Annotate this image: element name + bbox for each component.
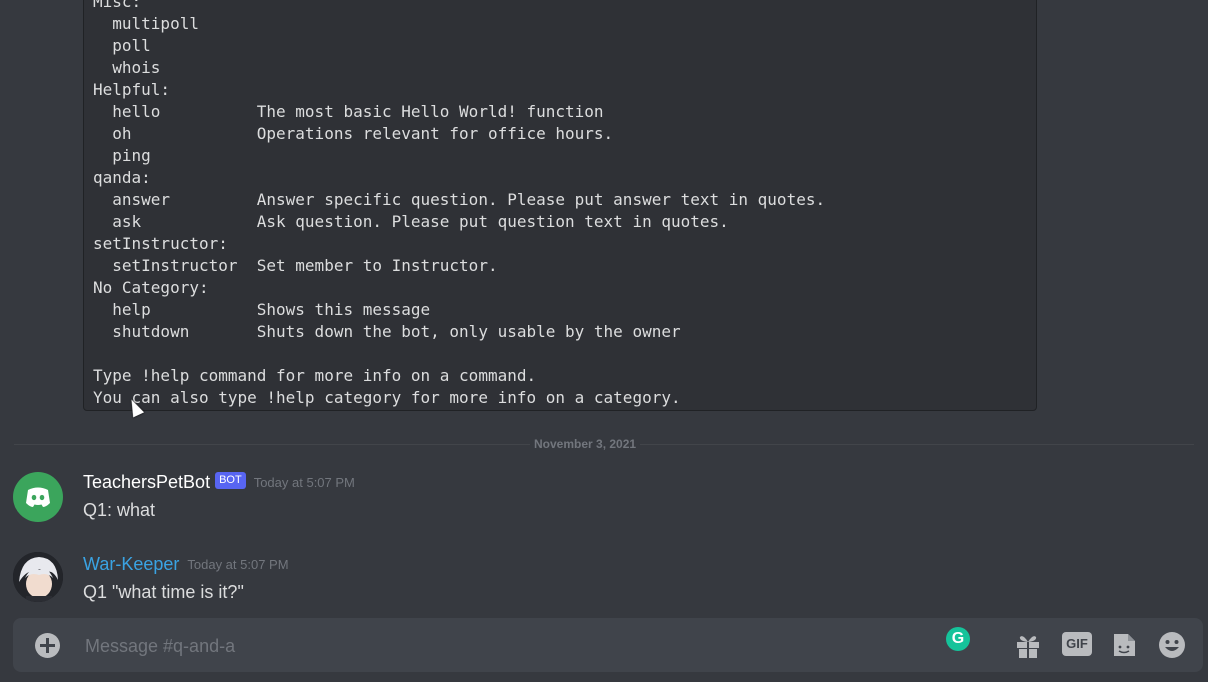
- bot-tag: BOT: [215, 472, 246, 489]
- message-composer: G GIF: [13, 618, 1203, 672]
- code-line: multipoll: [93, 14, 199, 33]
- code-line: poll: [93, 36, 151, 55]
- code-line: You can also type !help category for mor…: [93, 388, 681, 407]
- code-line: qanda:: [93, 168, 151, 187]
- chat-window: Misc: multipoll poll whois Helpful: hello…: [0, 0, 1208, 682]
- code-line: oh Operations relevant for office hours.: [93, 124, 614, 143]
- timestamp: Today at 5:07 PM: [187, 557, 289, 572]
- message-input[interactable]: [83, 628, 907, 664]
- code-line: setInstructor Set member to Instructor.: [93, 256, 498, 275]
- bot-avatar[interactable]: [13, 472, 63, 522]
- code-line: whois: [93, 58, 161, 77]
- author-name[interactable]: War-Keeper: [83, 554, 179, 574]
- code-line: Type !help command for more info on a co…: [93, 366, 537, 385]
- code-line: help Shows this message: [93, 300, 431, 319]
- code-line: Misc:: [93, 0, 142, 11]
- code-line: hello The most basic Hello World! functi…: [93, 102, 604, 121]
- user-avatar-image: [13, 552, 63, 602]
- code-line: setInstructor:: [93, 234, 228, 253]
- code-line: No Category:: [93, 278, 209, 297]
- sticker-icon[interactable]: [1109, 630, 1139, 660]
- emoji-icon[interactable]: [1157, 630, 1187, 660]
- gif-icon[interactable]: GIF: [1062, 632, 1092, 656]
- code-block: Misc: multipoll poll whois Helpful: hello…: [83, 0, 1037, 411]
- code-line: answer Answer specific question. Please …: [93, 190, 826, 209]
- code-line: Helpful:: [93, 80, 171, 99]
- code-line: ping: [93, 146, 151, 165]
- timestamp: Today at 5:07 PM: [253, 475, 355, 490]
- code-line: ask Ask question. Please put question te…: [93, 212, 729, 231]
- user-avatar[interactable]: [13, 552, 63, 602]
- message-header: War-Keeper Today at 5:07 PM: [83, 554, 289, 575]
- message-header: TeachersPetBot BOT Today at 5:07 PM: [83, 472, 355, 493]
- grammarly-icon[interactable]: G: [946, 627, 970, 651]
- code-line: shutdown Shuts down the bot, only usable…: [93, 322, 681, 341]
- message-content: Q1: what: [83, 500, 156, 520]
- code-content: Misc: multipoll poll whois Helpful: hello…: [84, 0, 825, 409]
- date-divider-label: November 3, 2021: [530, 436, 641, 452]
- message-content: Q1 "what time is it?": [83, 582, 244, 602]
- discord-logo-icon: [26, 487, 50, 507]
- author-name[interactable]: TeachersPetBot: [83, 472, 210, 492]
- add-attachment-icon[interactable]: [35, 633, 60, 658]
- gift-icon[interactable]: [1013, 630, 1043, 660]
